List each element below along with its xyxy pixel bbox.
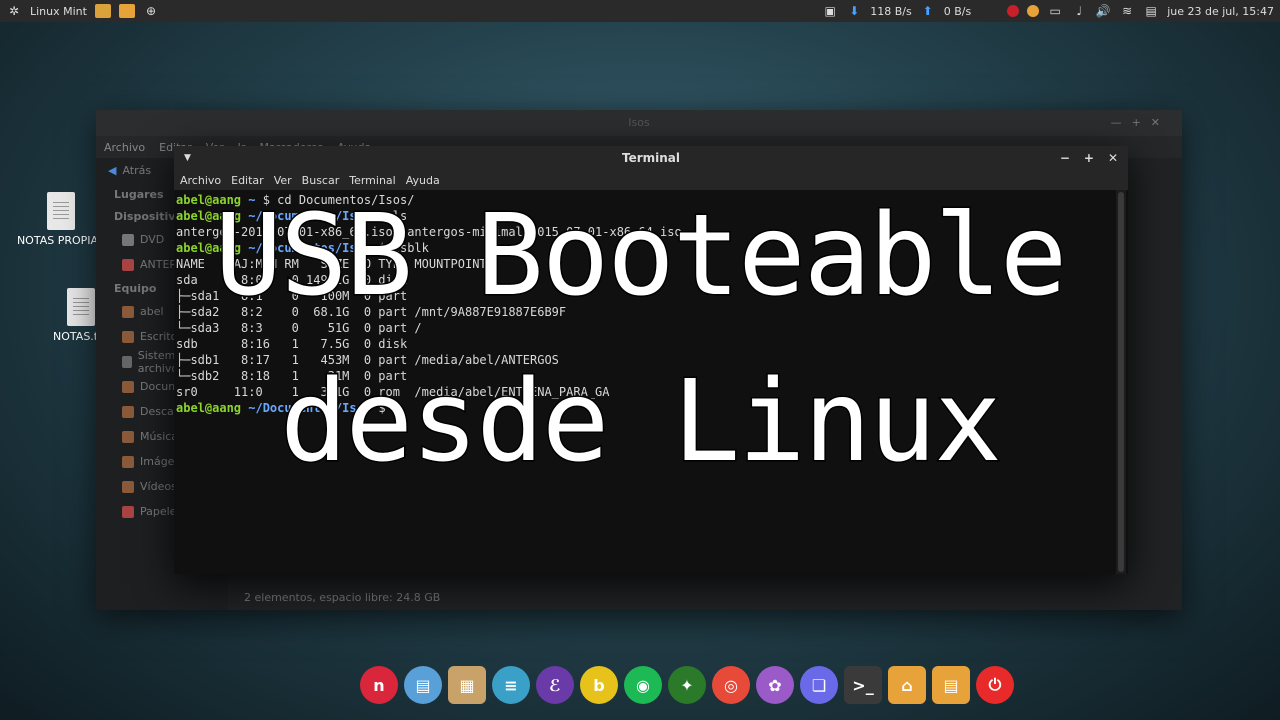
close-button[interactable]: ✕ [1108, 146, 1118, 170]
file-manager-titlebar[interactable]: Isos —+✕ [96, 110, 1182, 136]
overlay-title-line2: desde Linux [279, 357, 1004, 487]
window-menu-icon[interactable]: ▼ [184, 146, 191, 170]
videos-icon [122, 480, 134, 493]
terminal-line: sdb 8:16 1 7.5G 0 disk [176, 337, 415, 351]
term-menu-ayuda[interactable]: Ayuda [406, 174, 440, 187]
terminal-icon[interactable]: >_ [844, 666, 882, 704]
term-menu-terminal[interactable]: Terminal [349, 174, 396, 187]
browser-icon[interactable]: ⊕ [143, 3, 159, 19]
jdownloader-icon[interactable]: ✦ [668, 666, 706, 704]
minimize-button[interactable]: − [1060, 146, 1070, 170]
files-icon[interactable]: ▤ [404, 666, 442, 704]
window-controls[interactable]: —+✕ [1111, 110, 1170, 136]
network-monitor-icon[interactable]: ▣ [822, 3, 838, 19]
volume-icon[interactable]: 🔊 [1095, 3, 1111, 19]
terminal-title: Terminal [621, 151, 681, 165]
microphone-icon[interactable]: ♩ [1071, 3, 1087, 19]
net-up-rate: 0 B/s [943, 4, 972, 18]
chrome-icon[interactable]: ◎ [712, 666, 750, 704]
clipboard-icon[interactable]: ▤ [1143, 3, 1159, 19]
bleachbit-icon[interactable]: b [580, 666, 618, 704]
term-menu-editar[interactable]: Editar [231, 174, 264, 187]
menu-label[interactable]: Linux Mint [30, 5, 87, 18]
archive-icon[interactable]: ▦ [448, 666, 486, 704]
file-manager-status: 2 elementos, espacio libre: 24.8 GB [244, 591, 441, 604]
clock[interactable]: jue 23 de jul, 15:47 [1167, 5, 1274, 18]
record-icon[interactable] [1007, 5, 1020, 17]
documents-folder-icon[interactable]: ▤ [932, 666, 970, 704]
terminal-titlebar[interactable]: ▼ Terminal − + ✕ [174, 146, 1128, 170]
term-menu-archivo[interactable]: Archivo [180, 174, 221, 187]
wifi-icon[interactable]: ≋ [1119, 3, 1135, 19]
top-panel: ✲ Linux Mint ⊕ ▣ ⬇ 118 B/s ⬆ 0 B/s ▭ ♩ 🔊… [0, 0, 1280, 22]
virtualbox-icon[interactable]: ❏ [800, 666, 838, 704]
power-icon[interactable]: ⏻ [976, 666, 1014, 704]
pidgin-icon[interactable]: ✿ [756, 666, 794, 704]
dock: n ▤ ▦ ≡ ℰb ◉ ✦ ◎ ✿ ❏ >_ ⌂ ▤ ⏻ [360, 663, 1014, 707]
home-folder-icon[interactable]: ⌂ [888, 666, 926, 704]
text-editor-icon[interactable]: ≡ [492, 666, 530, 704]
upload-arrow-icon: ⬆ [922, 4, 933, 18]
mint-menu-icon[interactable]: ✲ [6, 3, 22, 19]
terminal-line: └─sda3 8:3 0 51G 0 part / [176, 321, 422, 335]
screen-icon[interactable]: ▭ [1047, 3, 1063, 19]
term-menu-ver[interactable]: Ver [274, 174, 292, 187]
desktop-icon [122, 330, 134, 343]
back-arrow-icon: ◀ [108, 164, 117, 177]
file-manager-title: Isos [628, 116, 650, 129]
terminal-menubar: Archivo Editar Ver Buscar Terminal Ayuda [174, 170, 1128, 190]
fm-menu-archivo[interactable]: Archivo [104, 141, 145, 154]
trash-icon [122, 505, 134, 518]
show-desktop-icon[interactable] [94, 3, 111, 19]
home-folder-icon[interactable] [118, 3, 135, 19]
overlay-title-line1: USB Booteable [213, 191, 1069, 321]
emacs-icon[interactable]: ℰ [536, 666, 574, 704]
net-down-rate: 118 B/s [870, 4, 912, 18]
chrome-icon[interactable] [1027, 5, 1040, 17]
menu-icon[interactable]: n [360, 666, 398, 704]
term-menu-buscar[interactable]: Buscar [302, 174, 340, 187]
spotify-icon[interactable]: ◉ [624, 666, 662, 704]
maximize-button[interactable]: + [1084, 146, 1094, 170]
download-arrow-icon: ⬇ [849, 4, 860, 18]
